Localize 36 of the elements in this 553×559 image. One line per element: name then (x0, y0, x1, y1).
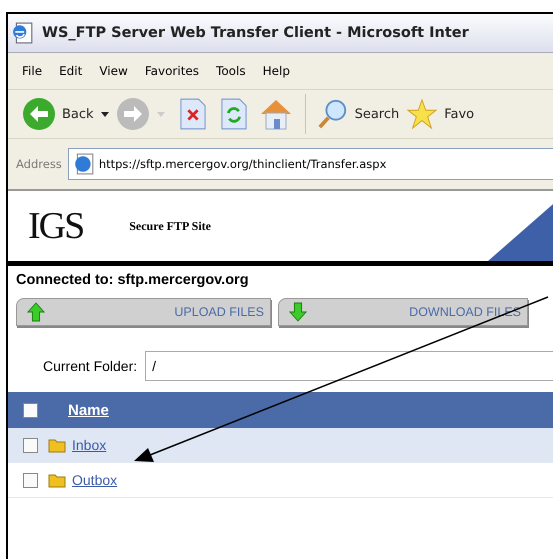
favorites-button[interactable]: Favo (406, 98, 474, 130)
select-all-checkbox[interactable] (23, 402, 38, 418)
folder-icon (48, 437, 66, 453)
current-folder-field[interactable]: / (145, 351, 553, 381)
caret-icon (156, 112, 165, 116)
menu-item[interactable]: View (99, 64, 128, 78)
menu-item[interactable]: Tools (216, 64, 246, 78)
folder-link[interactable]: Inbox (72, 437, 106, 453)
down-arrow-icon (289, 302, 307, 322)
name-column-header[interactable]: Name (68, 402, 109, 418)
star-icon (406, 98, 438, 130)
back-button[interactable]: Back (22, 97, 94, 131)
address-label: Address (16, 157, 62, 171)
connection-status: Connected to: sftp.mercergov.org (15, 271, 250, 290)
site-title: Secure FTP Site (129, 218, 212, 234)
search-button[interactable]: Search (316, 98, 400, 130)
folder-link[interactable]: Outbox (72, 472, 118, 488)
caret-icon[interactable] (100, 112, 109, 116)
menu-item[interactable]: Favorites (144, 64, 200, 78)
browser-page-icon (12, 22, 34, 44)
menu-item[interactable]: Edit (59, 64, 82, 78)
menu-item[interactable]: File (22, 64, 42, 78)
page-icon (72, 153, 95, 175)
folder-icon (48, 472, 66, 488)
logo: IGS (28, 204, 84, 248)
menu-item[interactable]: Help (262, 64, 290, 78)
search-icon (316, 98, 349, 130)
current-folder-label: Current Folder: (43, 358, 138, 374)
row-checkbox[interactable] (23, 438, 38, 452)
forward-icon[interactable] (116, 97, 150, 131)
window-title: WS_FTP Server Web Transfer Client - Microsoft Inter (42, 25, 469, 41)
stop-icon[interactable] (180, 97, 206, 131)
refresh-icon[interactable] (220, 97, 247, 131)
row-checkbox[interactable] (23, 472, 38, 488)
up-arrow-icon (27, 302, 45, 322)
address-field[interactable]: https://sftp.mercergov.org/thinclient/Transfer.aspx (68, 148, 553, 180)
